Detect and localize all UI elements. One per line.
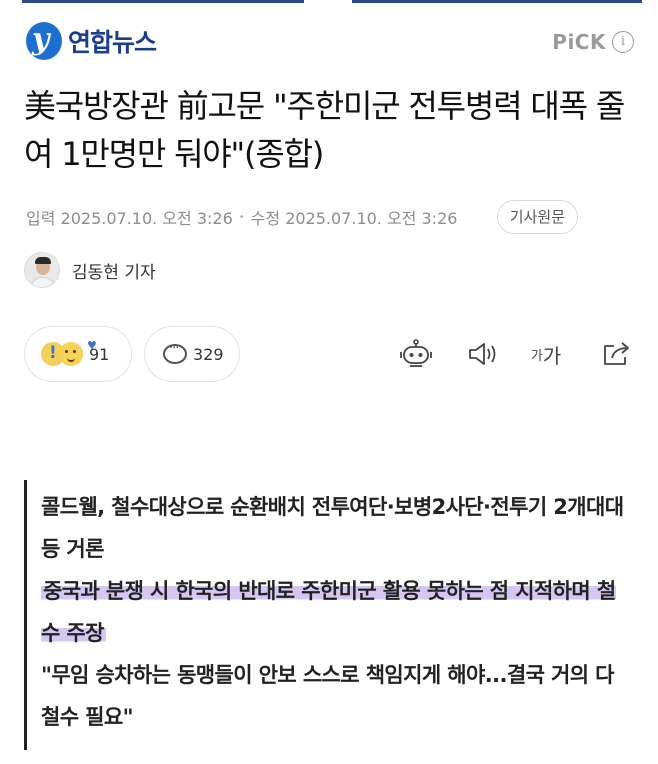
reaction-button[interactable]: ♥ 91 xyxy=(24,326,132,382)
heart-icon: ♥ xyxy=(87,339,97,352)
comment-count: 329 xyxy=(193,344,224,364)
app-header: y 연합뉴스 PiCK i xyxy=(0,18,658,68)
ai-summary-robot-icon[interactable] xyxy=(398,338,434,370)
updated-time: 수정 2025.07.10. 오전 3:26 xyxy=(250,209,458,228)
font-size-button[interactable]: 가가 xyxy=(528,338,564,370)
share-icon[interactable] xyxy=(598,338,634,370)
smile-emoji-icon xyxy=(59,342,83,366)
font-small-label: 가 xyxy=(530,348,543,364)
pick-label: PiCK xyxy=(552,30,606,54)
summary-line-highlighted: 중국과 분쟁 시 한국의 반대로 주한미군 활용 못하는 점 지적하며 철수 주… xyxy=(41,570,624,654)
article-headline: 美국방장관 前고문 "주한미군 전투병력 대폭 줄여 1만명만 둬야"(종합) xyxy=(24,87,625,173)
meta-separator: • xyxy=(238,211,245,223)
yonhap-logo-mark: y xyxy=(26,22,62,60)
author-row[interactable]: 김동현 기자 xyxy=(24,252,156,288)
article-summary: 콜드웰, 철수대상으로 순환배치 전투여단·보병2사단·전투기 2개대대 등 거… xyxy=(24,480,624,750)
logo-text: 연합뉴스 xyxy=(68,28,157,57)
top-divider-right xyxy=(352,0,642,3)
top-divider-left xyxy=(22,0,304,3)
summary-line: 콜드웰, 철수대상으로 순환배치 전투여단·보병2사단·전투기 2개대대 등 거… xyxy=(41,495,624,561)
published-time: 입력 2025.07.10. 오전 3:26 xyxy=(26,209,233,228)
original-article-button[interactable]: 기사원문 xyxy=(496,200,578,234)
author-name: 김동현 기자 xyxy=(72,262,156,283)
comment-bubble-icon xyxy=(163,341,187,364)
highlighted-text: 중국과 분쟁 시 한국의 반대로 주한미군 활용 못하는 점 지적하며 철수 주… xyxy=(41,579,616,645)
info-icon[interactable]: i xyxy=(612,31,634,53)
yonhap-logo[interactable]: y 연합뉴스 xyxy=(26,22,157,60)
summary-line: "무임 승차하는 동맹들이 안보 스스로 책임지게 해야...결국 거의 다 철… xyxy=(41,663,614,729)
speaker-icon[interactable] xyxy=(464,338,500,370)
article-meta: 입력 2025.07.10. 오전 3:26 • 수정 2025.07.10. … xyxy=(26,200,636,234)
comment-button[interactable]: 329 xyxy=(144,326,240,382)
font-big-label: 가 xyxy=(542,343,562,368)
author-avatar xyxy=(24,252,60,288)
pick-badge[interactable]: PiCK i xyxy=(552,30,634,54)
